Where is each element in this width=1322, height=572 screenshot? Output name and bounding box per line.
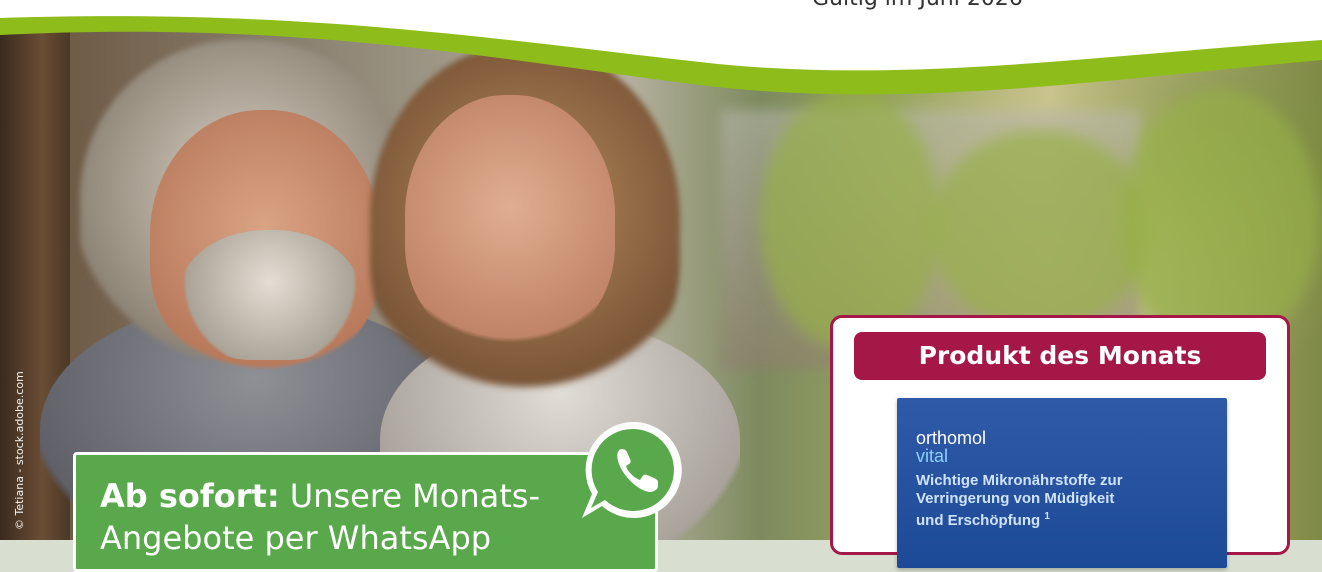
whatsapp-promo-banner[interactable]: Ab sofort: Unsere Monats- Angebote per W… [73, 452, 658, 572]
product-description-line: und Erschöpfung 1 [916, 508, 1216, 530]
promo-line-1-text: Unsere Monats- [279, 477, 541, 515]
plant-blur [1120, 90, 1320, 350]
product-package-image: orthomol vital Wichtige Mikronährstoffe … [897, 398, 1227, 568]
footnote-mark: 1 [1044, 511, 1050, 522]
plant-blur [930, 130, 1150, 330]
product-description-line: Verringerung von Müdigkeit [916, 490, 1115, 507]
promo-bold-label: Ab sofort: [100, 477, 280, 515]
promo-line-2: Angebote per WhatsApp [100, 519, 492, 557]
promo-line-1: Ab sofort: Unsere Monats- [100, 475, 631, 517]
whatsapp-icon[interactable] [574, 414, 694, 524]
man-beard [180, 230, 360, 360]
product-description: Wichtige Mikronährstoffe zur Verringerun… [916, 472, 1216, 530]
validity-text: Gültig im Juni 2026 [812, 0, 1023, 11]
plant-blur [760, 90, 940, 350]
header-wave [0, 0, 1322, 95]
photo-credit: © Tetiana - stock.adobe.com [13, 371, 26, 530]
product-card-header: Produkt des Monats [854, 332, 1266, 380]
woman-face [405, 95, 615, 345]
product-of-month-card[interactable]: Produkt des Monats orthomol vital Wichti… [830, 315, 1290, 568]
product-variant: vital [916, 446, 949, 466]
product-description-text: und Erschöpfung [916, 512, 1041, 529]
product-description-line: Wichtige Mikronährstoffe zur [916, 472, 1123, 489]
